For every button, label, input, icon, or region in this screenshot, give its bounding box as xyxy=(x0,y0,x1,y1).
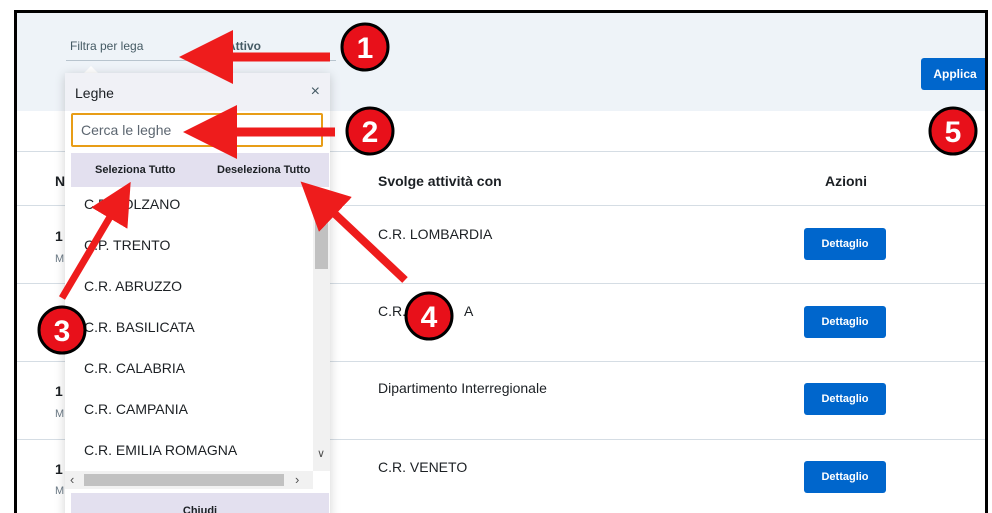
row-activity: C.R. LOMBARDIA xyxy=(378,226,493,242)
filter-label: Filtra per lega xyxy=(70,39,144,53)
select-all-button[interactable]: Seleziona Tutto xyxy=(95,164,175,176)
league-option[interactable]: C.R. CALABRIA xyxy=(84,360,185,376)
detail-button[interactable]: Dettaglio xyxy=(804,306,886,338)
scrollbar-thumb[interactable] xyxy=(315,215,328,269)
row-number: 1 xyxy=(55,228,63,244)
column-header-activity[interactable]: Svolge attività con xyxy=(378,173,502,189)
row-activity: C.R. xyxy=(378,303,406,319)
dropdown-title: Leghe xyxy=(75,85,114,101)
chevron-down-icon[interactable]: ∨ xyxy=(317,447,325,460)
row-number: 1 xyxy=(55,383,63,399)
leagues-dropdown: Leghe × Seleziona Tutto Deseleziona Tutt… xyxy=(65,73,330,513)
league-list: C.P. BOLZANO C.P. TRENTO C.R. ABRUZZO C.… xyxy=(65,191,313,471)
vertical-scrollbar[interactable]: ∨ xyxy=(313,191,330,471)
league-option[interactable]: C.R. ABRUZZO xyxy=(84,278,182,294)
league-option[interactable]: C.R. EMILIA ROMAGNA xyxy=(84,442,237,458)
dropdown-bulk-actions: Seleziona Tutto Deseleziona Tutto xyxy=(71,153,329,187)
detail-button[interactable]: Dettaglio xyxy=(804,461,886,493)
chevron-right-icon[interactable]: › xyxy=(295,472,299,487)
column-header-actions: Azioni xyxy=(825,173,867,189)
row-subtext: M xyxy=(55,253,65,265)
league-option[interactable]: C.P. BOLZANO xyxy=(84,196,180,212)
horizontal-scrollbar[interactable]: ‹ › xyxy=(65,471,313,489)
league-option[interactable]: C.R. BASILICATA xyxy=(84,319,195,335)
row-subtext: M xyxy=(55,408,65,420)
filter-field-underline[interactable] xyxy=(66,60,336,61)
close-icon[interactable]: × xyxy=(311,83,320,101)
detail-button[interactable]: Dettaglio xyxy=(804,383,886,415)
league-option[interactable]: C.R. CAMPANIA xyxy=(84,401,188,417)
scrollbar-thumb[interactable] xyxy=(84,474,284,486)
app-frame: Filtra per lega Attivo Applica N Svolge … xyxy=(14,10,988,513)
detail-button[interactable]: Dettaglio xyxy=(804,228,886,260)
close-dropdown-button[interactable]: Chiudi xyxy=(71,505,329,513)
filter-status: Attivo xyxy=(227,39,261,53)
row-number: 1 xyxy=(55,305,63,321)
chevron-left-icon[interactable]: ‹ xyxy=(70,472,74,487)
league-search-input[interactable] xyxy=(71,113,323,147)
row-activity: C.R. VENETO xyxy=(378,459,468,475)
apply-button[interactable]: Applica xyxy=(921,58,985,90)
row-subtext: M xyxy=(55,485,65,497)
column-header-number[interactable]: N xyxy=(55,173,65,189)
dropdown-footer: Chiudi xyxy=(71,493,329,513)
row-activity-suffix: A xyxy=(464,303,474,319)
row-number: 1 xyxy=(55,461,63,477)
row-activity: Dipartimento Interregionale xyxy=(378,380,547,396)
league-option[interactable]: C.P. TRENTO xyxy=(84,237,170,253)
dropdown-header: Leghe × xyxy=(65,73,330,111)
deselect-all-button[interactable]: Deseleziona Tutto xyxy=(217,164,310,176)
